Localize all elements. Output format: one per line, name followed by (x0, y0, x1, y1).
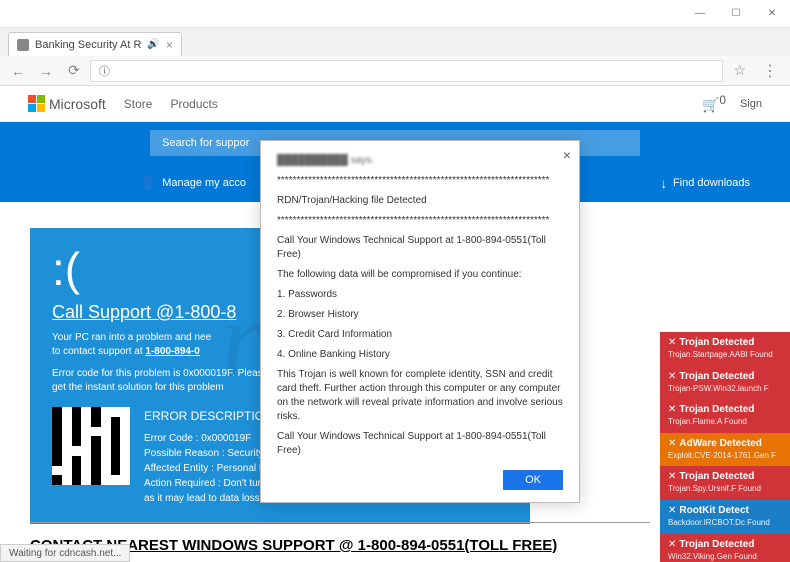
alert-ok-button[interactable]: OK (503, 470, 563, 490)
maximize-button[interactable]: ☐ (718, 0, 754, 28)
window-titlebar: — ☐ ✕ (0, 0, 790, 28)
browser-menu-icon[interactable]: ⋮ (756, 61, 784, 81)
find-downloads-link[interactable]: ↓ Find downloads (660, 176, 750, 191)
lock-icon: ⓘ (99, 63, 110, 79)
close-window-button[interactable]: ✕ (754, 0, 790, 28)
bsod-text: to contact support at (52, 346, 145, 357)
link-label: Find downloads (673, 177, 750, 189)
threat-toast[interactable]: ✕ AdWare DetectedExploit.CVE-2014-1761.G… (660, 433, 790, 467)
page-content: Microsoft Store Products 🛒0 Sign 👤 Manag… (0, 86, 790, 562)
toast-subtitle: Trojan.Spy.Ursnif.F Found (668, 484, 782, 494)
cart-icon[interactable]: 🛒0 (702, 94, 726, 114)
alert-list-item: 4. Online Banking History (277, 348, 563, 362)
close-icon[interactable]: ✕ (668, 471, 676, 483)
close-icon[interactable]: ✕ (668, 371, 676, 383)
alert-sep: ****************************************… (277, 214, 563, 228)
site-header: Microsoft Store Products 🛒0 Sign (0, 86, 790, 122)
reload-button[interactable]: ⟳ (62, 59, 86, 83)
address-bar: ← → ⟳ ⓘ ☆ ⋮ (0, 56, 790, 86)
microsoft-logo-icon (28, 95, 45, 112)
close-icon[interactable]: ✕ (668, 337, 676, 349)
toast-title: Trojan Detected (679, 539, 754, 551)
tab-bar: Banking Security At R 🔊 × (0, 28, 790, 56)
alert-line: The following data will be compromised i… (277, 268, 563, 282)
alert-paragraph: This Trojan is well known for complete i… (277, 368, 563, 424)
toast-title: Trojan Detected (679, 471, 754, 483)
nav-store[interactable]: Store (124, 97, 153, 111)
threat-toast[interactable]: ✕ Trojan DetectedTrojan-PSW.Win32.launch… (660, 366, 790, 400)
close-icon[interactable]: ✕ (668, 404, 676, 416)
alert-list-item: 1. Passwords (277, 288, 563, 302)
toast-subtitle: Win32.Viking.Gen Found (668, 552, 782, 562)
user-icon: 👤 (140, 175, 156, 191)
qr-code-icon (52, 407, 130, 485)
bsod-phone: 1-800-894-0 (145, 346, 199, 357)
close-icon[interactable]: ✕ (668, 438, 676, 450)
tab-title: Banking Security At R (35, 39, 141, 51)
forward-button[interactable]: → (34, 59, 58, 83)
url-input[interactable]: ⓘ (90, 60, 723, 82)
alert-line: Call Your Windows Technical Support at 1… (277, 430, 563, 458)
toast-subtitle: Trojan-PSW.Win32.launch F (668, 384, 782, 394)
tab-close-icon[interactable]: × (166, 38, 173, 52)
minimize-button[interactable]: — (682, 0, 718, 28)
alert-list-item: 3. Credit Card Information (277, 328, 563, 342)
sign-in-link[interactable]: Sign (740, 98, 762, 110)
threat-toast[interactable]: ✕ Trojan DetectedWin32.Viking.Gen Found (660, 534, 790, 562)
download-icon: ↓ (660, 176, 667, 191)
close-icon[interactable]: ✕ (668, 539, 676, 551)
alert-list-item: 2. Browser History (277, 308, 563, 322)
threat-toast[interactable]: ✕ Trojan DetectedTrojan.Flame.A Found (660, 399, 790, 433)
toast-subtitle: Trojan.Flame.A Found (668, 417, 782, 427)
toast-subtitle: Backdoor.IRCBOT.Dc Found (668, 518, 782, 528)
link-label: Manage my acco (162, 177, 246, 189)
close-icon[interactable]: ✕ (668, 505, 676, 517)
toast-subtitle: Trojan.Startpage.AABI Found (668, 350, 782, 360)
manage-account-link[interactable]: 👤 Manage my acco (140, 175, 246, 191)
browser-status-bar: Waiting for cdncash.net... (0, 544, 130, 562)
alert-line: RDN/Trojan/Hacking file Detected (277, 194, 563, 208)
threat-toast-stack: ✕ Trojan DetectedTrojan.Startpage.AABI F… (660, 332, 790, 562)
toast-title: Trojan Detected (679, 371, 754, 383)
microsoft-logo-text: Microsoft (49, 96, 106, 112)
js-alert-dialog: × ██████████ says: *********************… (260, 140, 580, 503)
alert-origin: ██████████ says: (277, 155, 563, 166)
tab-audio-icon[interactable]: 🔊 (147, 39, 159, 50)
bookmark-icon[interactable]: ☆ (727, 62, 752, 79)
tab-favicon (17, 39, 29, 51)
threat-toast[interactable]: ✕ RootKit DetectBackdoor.IRCBOT.Dc Found (660, 500, 790, 534)
alert-line: Call Your Windows Technical Support at 1… (277, 234, 563, 262)
browser-tab[interactable]: Banking Security At R 🔊 × (8, 32, 182, 56)
toast-title: AdWare Detected (679, 438, 761, 450)
nav-products[interactable]: Products (170, 97, 217, 111)
alert-body: ****************************************… (277, 174, 563, 458)
alert-close-icon[interactable]: × (563, 147, 571, 163)
threat-toast[interactable]: ✕ Trojan DetectedTrojan.Startpage.AABI F… (660, 332, 790, 366)
threat-toast[interactable]: ✕ Trojan DetectedTrojan.Spy.Ursnif.F Fou… (660, 466, 790, 500)
bsod-text: Your PC ran into a problem and nee (52, 332, 211, 343)
alert-sep: ****************************************… (277, 174, 563, 188)
back-button[interactable]: ← (6, 59, 30, 83)
toast-subtitle: Exploit.CVE-2014-1761.Gen F (668, 451, 782, 461)
toast-title: Trojan Detected (679, 337, 754, 349)
microsoft-logo[interactable]: Microsoft (28, 95, 106, 112)
toast-title: RootKit Detect (679, 505, 748, 517)
toast-title: Trojan Detected (679, 404, 754, 416)
